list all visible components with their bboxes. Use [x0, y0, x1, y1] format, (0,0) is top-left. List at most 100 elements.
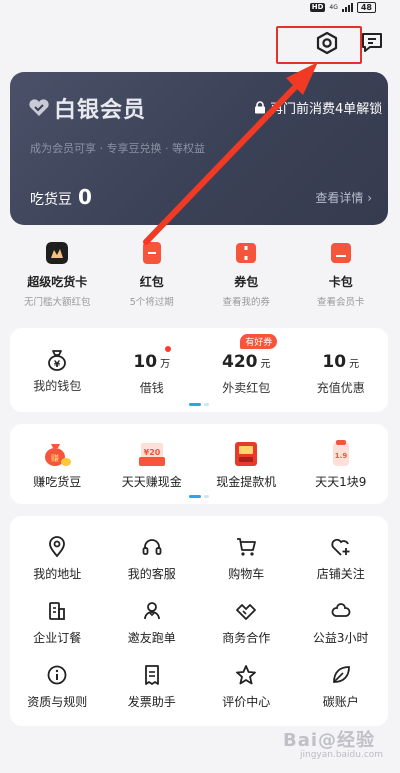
quick-entry-sub: 5个将过期	[129, 297, 174, 308]
service-label: 商务合作	[222, 631, 271, 645]
coin-bag-icon: 赚	[45, 444, 72, 466]
quick-entry-title: 红包	[139, 275, 164, 289]
service-label: 碳账户	[322, 695, 359, 709]
quick-entry-sub: 查看会员卡	[316, 297, 365, 308]
earn-label: 现金提款机	[216, 475, 277, 489]
building-icon	[49, 602, 66, 620]
bean-label: 吃货豆	[30, 192, 72, 208]
takeout-red-packet[interactable]: 有好券 420 元 外卖红包	[199, 328, 294, 412]
borrow-label: 借钱	[139, 381, 164, 395]
lucky-bag-icon: 1.9	[332, 440, 349, 466]
star-icon	[236, 665, 257, 685]
service-address[interactable]: 我的地址	[10, 536, 105, 600]
daily-deal[interactable]: 1.9 天天1块9	[294, 424, 389, 504]
service-invite[interactable]: 邀友跑单	[105, 600, 200, 664]
earn-label: 天天1块9	[315, 475, 367, 489]
wallet-icon: ¥	[48, 350, 67, 371]
unlock-hint: 再门前消费4单解锁	[254, 98, 382, 117]
quick-entry-sub: 无门槛大额红包	[23, 297, 91, 308]
page-indicator	[189, 403, 209, 406]
svg-text:赚: 赚	[51, 453, 59, 463]
quick-entry-title: 券包	[234, 275, 259, 289]
member-level: 白银会员	[54, 98, 147, 123]
borrow-money[interactable]: 10 万 借钱	[105, 328, 200, 412]
hd-indicator: HD	[309, 2, 326, 12]
quick-entry-title: 超级吃货卡	[27, 275, 88, 289]
member-card[interactable]: 白银会员 再门前消费4单解锁 成为会员可享 · 专享豆兑换 · 等权益 吃货豆 0…	[10, 72, 388, 225]
svg-text:¥: ¥	[54, 360, 61, 370]
service-followed-shops[interactable]: 店铺关注	[294, 536, 389, 600]
card-wallet-icon	[330, 243, 351, 263]
quick-entry-coupons[interactable]: 券包 查看我的券	[199, 232, 294, 314]
service-label: 发票助手	[127, 695, 176, 709]
my-wallet[interactable]: ¥ 我的钱包	[10, 328, 105, 412]
page-indicator	[189, 495, 209, 498]
red-packet-icon	[142, 242, 161, 264]
bean-row: 吃货豆 0 查看详情 ›	[30, 185, 372, 209]
service-reviews[interactable]: 评价中心	[199, 664, 294, 728]
quick-entry-sub: 查看我的券	[222, 297, 270, 308]
cash-atm[interactable]: 现金提款机	[199, 424, 294, 504]
borrow-unit: 万	[160, 359, 171, 370]
heart-plus-icon	[331, 538, 350, 556]
topup-unit: 元	[349, 359, 360, 370]
red-packet-value: 420	[222, 352, 258, 372]
settings-icon[interactable]	[314, 30, 340, 56]
service-label: 评价中心	[222, 695, 271, 709]
red-packet-label: 外卖红包	[222, 381, 271, 395]
network-label: 4G	[329, 3, 338, 11]
service-label: 资质与规则	[27, 695, 88, 709]
service-label: 企业订餐	[33, 631, 82, 645]
atm-icon	[235, 442, 258, 466]
quick-entry-cards[interactable]: 卡包 查看会员卡	[294, 232, 389, 314]
unlock-text: 再门前消费4单解锁	[270, 102, 383, 117]
lock-icon	[255, 101, 265, 114]
services-grid: 我的地址 我的客服 购物车 店铺关注 企业订餐 邀友跑单 商务合作 公益3小时 …	[10, 516, 388, 726]
cart-icon	[237, 538, 257, 556]
service-cart[interactable]: 购物车	[199, 536, 294, 600]
service-support[interactable]: 我的客服	[105, 536, 200, 600]
super-card-icon	[46, 242, 69, 264]
location-icon	[49, 536, 66, 558]
wallet-panel: ¥ 我的钱包 10 万 借钱 有好券 420 元 外卖红包 10 元 充值优惠	[10, 328, 388, 412]
signal-icon	[341, 2, 353, 12]
service-label: 购物车	[228, 567, 265, 581]
service-carbon[interactable]: 碳账户	[294, 664, 389, 728]
service-label: 我的地址	[33, 567, 82, 581]
leaf-icon	[332, 666, 350, 683]
topup-value: 10	[322, 352, 347, 372]
quick-entry-red-packet[interactable]: 红包 5个将过期	[105, 232, 200, 314]
watermark-url: jingyan.baidu.com	[300, 750, 384, 760]
quick-entry-title: 卡包	[328, 275, 353, 289]
service-label: 我的客服	[127, 567, 176, 581]
topup-label: 充值优惠	[316, 381, 365, 395]
watermark: Bai@经验	[283, 730, 376, 751]
service-invoice[interactable]: 发票助手	[105, 664, 200, 728]
quick-entry-super-card[interactable]: 超级吃货卡 无门槛大额红包	[10, 232, 105, 314]
red-packet-unit: 元	[260, 359, 271, 370]
cash-icon: ¥20	[138, 443, 165, 466]
battery-icon: 48	[356, 1, 376, 13]
service-charity[interactable]: 公益3小时	[294, 600, 389, 664]
quick-entries: 超级吃货卡 无门槛大额红包 红包 5个将过期 券包 查看我的券 卡包 查看会员卡	[10, 232, 388, 314]
svg-text:1.9: 1.9	[335, 452, 348, 460]
service-label: 店铺关注	[316, 567, 365, 581]
service-label: 邀友跑单	[127, 631, 176, 645]
topup-discount[interactable]: 10 元 充值优惠	[294, 328, 389, 412]
borrow-value: 10	[133, 352, 158, 372]
message-icon[interactable]	[360, 30, 384, 54]
heart-logo-icon	[29, 99, 49, 116]
earn-panel: 赚 赚吃货豆 ¥20 天天赚现金 现金提款机 1.9 天天1块9	[10, 424, 388, 504]
member-benefits: 成为会员可享 · 专享豆兑换 · 等权益	[30, 142, 205, 155]
service-enterprise[interactable]: 企业订餐	[10, 600, 105, 664]
coupon-icon	[236, 243, 257, 263]
wallet-label: 我的钱包	[33, 379, 82, 393]
svg-text:¥20: ¥20	[143, 448, 160, 457]
notification-dot	[164, 346, 171, 352]
service-rules[interactable]: 资质与规则	[10, 664, 105, 728]
view-details-link[interactable]: 查看详情 ›	[315, 189, 372, 206]
service-business[interactable]: 商务合作	[199, 600, 294, 664]
daily-cash[interactable]: ¥20 天天赚现金	[105, 424, 200, 504]
earn-beans[interactable]: 赚 赚吃货豆	[10, 424, 105, 504]
earn-label: 赚吃货豆	[33, 475, 82, 489]
